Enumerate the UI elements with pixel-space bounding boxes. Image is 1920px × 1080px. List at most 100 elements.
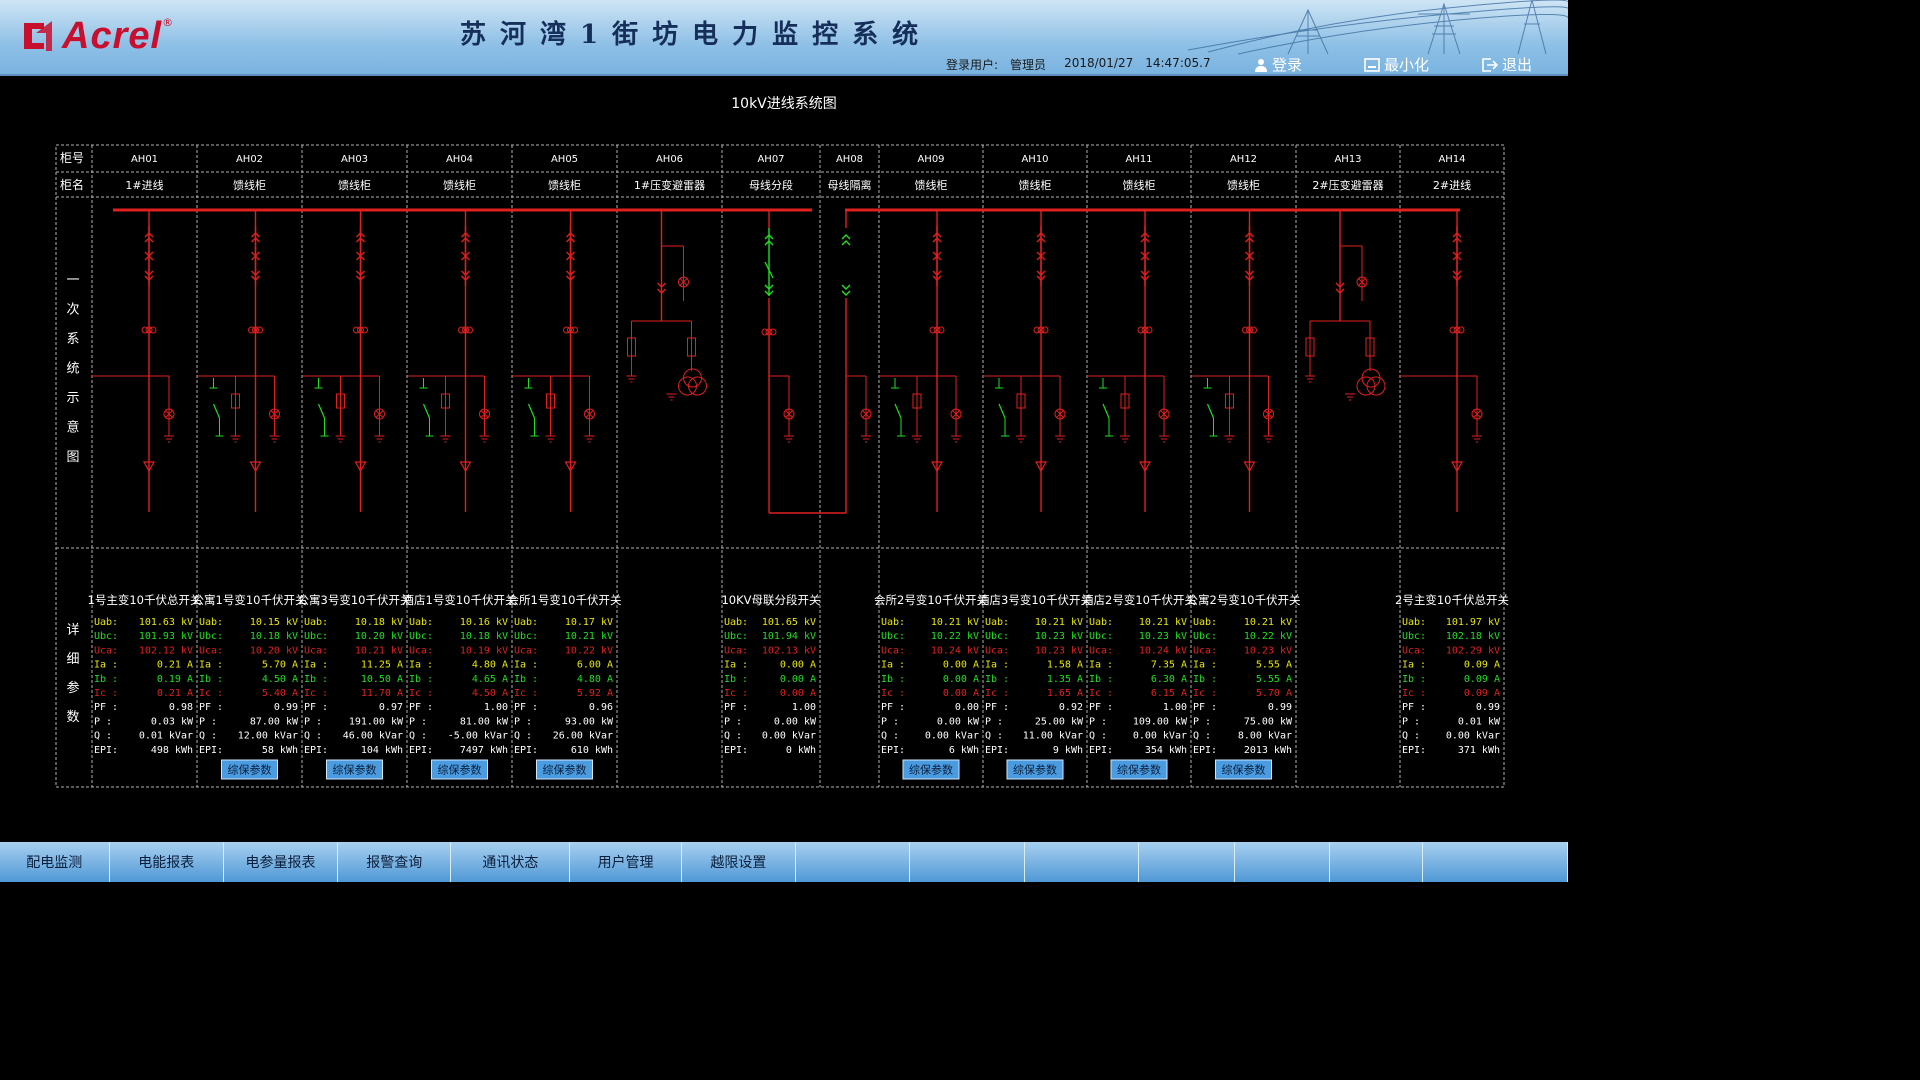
cabinet-ah12: AH12 馈线柜公寓2号变10千伏开关 Uab: 10.21 kV Ubc: 10.22 …	[1187, 154, 1301, 780]
param-label: Uca:	[985, 645, 1009, 656]
param-uca: 102.13 kV	[762, 645, 816, 656]
minimize-button[interactable]: 最小化	[1364, 54, 1429, 75]
param-uab: 101.63 kV	[139, 617, 193, 628]
current-transformer	[1145, 326, 1153, 334]
param-ib: 4.80 A	[577, 674, 613, 685]
nav-tab-6[interactable]: 越限设置	[682, 842, 797, 882]
param-label: Q :	[985, 731, 1003, 742]
current-transformer	[149, 326, 157, 334]
param-epi: 104 kWh	[361, 745, 403, 756]
param-q: 11.00 kVar	[1023, 731, 1083, 742]
param-uab: 101.65 kV	[762, 617, 816, 628]
param-uca: 10.20 kV	[250, 645, 298, 656]
nav-tab-0[interactable]: 配电监测	[0, 842, 110, 882]
param-pf: 1.00	[1163, 702, 1187, 713]
param-label: Uca:	[1193, 645, 1217, 656]
param-label: Ia :	[724, 660, 748, 671]
param-label: Q :	[514, 731, 532, 742]
param-label: P :	[514, 716, 532, 727]
cabinet-ah06: AH06 1#压变避雷器	[626, 154, 707, 401]
protection-params-button[interactable]: 综保参数	[326, 759, 383, 780]
plug-chevron	[841, 284, 851, 290]
param-ic: 0.21 A	[157, 688, 193, 699]
param-label: Ib :	[514, 674, 538, 685]
nav-tab-empty	[1139, 842, 1236, 882]
protection-params-button[interactable]: 综保参数	[431, 759, 488, 780]
param-label: EPI:	[409, 745, 433, 756]
param-label: Ia :	[94, 660, 118, 671]
cabinet-name: 馈线柜	[233, 178, 266, 192]
param-label: Ib :	[199, 674, 223, 685]
protection-params-label: 综保参数	[1117, 763, 1161, 777]
param-epi: 610 kWh	[571, 745, 613, 756]
param-label: Ib :	[724, 674, 748, 685]
nav-tab-1[interactable]: 电能报表	[110, 842, 224, 882]
protection-params-button[interactable]: 综保参数	[1006, 759, 1064, 780]
cabinet-no: AH05	[551, 154, 578, 165]
param-p: 0.01 kW	[1458, 716, 1501, 727]
cabinet-ah05: AH05 馈线柜会所1号变10千伏开关 Uab: 10.17 kV Ubc: 10.21 …	[508, 154, 622, 780]
param-ic: 5.92 A	[577, 688, 613, 699]
protection-params-button[interactable]: 综保参数	[1215, 759, 1272, 780]
param-epi: 0 kWh	[786, 745, 816, 756]
param-label: Ic :	[304, 688, 328, 699]
earth-switch-blade	[317, 403, 326, 419]
param-label: Uab:	[1089, 617, 1113, 628]
feeder-title: 会所1号变10千伏开关	[508, 593, 622, 607]
param-label: Uca:	[724, 645, 748, 656]
cabinet-name: 馈线柜	[443, 178, 476, 192]
param-epi: 7497 kWh	[460, 745, 508, 756]
param-label: Ib :	[1193, 674, 1217, 685]
current-transformer	[466, 326, 473, 334]
exit-button[interactable]: 退出	[1482, 54, 1532, 75]
nav-tab-5[interactable]: 用户管理	[570, 842, 682, 882]
param-label: Q :	[724, 731, 742, 742]
protection-params-button[interactable]: 综保参数	[902, 759, 960, 780]
param-label: PF :	[94, 702, 118, 713]
param-label: EPI:	[724, 745, 748, 756]
param-label: Ubc:	[1402, 631, 1426, 642]
param-ib: 10.50 A	[361, 674, 403, 685]
param-label: Ubc:	[1089, 631, 1113, 642]
param-epi: 354 kWh	[1145, 745, 1187, 756]
feeder-title: 酒店3号变10千伏开关	[978, 593, 1092, 607]
nav-tab-2[interactable]: 电参量报表	[224, 842, 339, 882]
login-button[interactable]: 登录	[1254, 54, 1302, 75]
cabinet-name: 馈线柜	[338, 178, 371, 192]
earth-switch-blade	[998, 403, 1006, 419]
cabinet-ah14: AH14 2#进线 2号主变10千伏总开关 Uab: 101.97 kV Ubc: 102.…	[1395, 154, 1509, 756]
param-label: P :	[304, 716, 322, 727]
param-label: EPI:	[1402, 745, 1426, 756]
param-label: Q :	[409, 731, 427, 742]
param-label: Ic :	[985, 688, 1009, 699]
protection-params-button[interactable]: 综保参数	[1110, 759, 1168, 780]
param-label: Ic :	[1089, 688, 1113, 699]
param-pf: 0.97	[379, 702, 403, 713]
user-label: 登录用户:	[946, 58, 999, 72]
param-label: Ic :	[881, 688, 905, 699]
param-label: Q :	[1193, 731, 1211, 742]
param-label: Ubc:	[94, 631, 118, 642]
param-pf: 0.99	[1268, 702, 1292, 713]
param-label: Uca:	[514, 645, 538, 656]
param-label: P :	[881, 716, 899, 727]
nav-tab-4[interactable]: 通讯状态	[451, 842, 571, 882]
param-label: Uab:	[514, 617, 538, 628]
cabinet-no: AH04	[446, 154, 473, 165]
cabinet-name: 1#进线	[125, 178, 163, 192]
user-icon	[1255, 58, 1267, 72]
protection-params-button[interactable]: 综保参数	[536, 759, 593, 780]
side-label-primary-char: 一	[66, 273, 79, 288]
param-ia: 6.00 A	[577, 660, 613, 671]
param-label: Uab:	[199, 617, 223, 628]
param-label: Uab:	[409, 617, 433, 628]
feeder-title: 会所2号变10千伏开关	[874, 593, 988, 607]
current-time: 14:47:05.7	[1145, 56, 1211, 70]
nav-tab-3[interactable]: 报警查询	[338, 842, 452, 882]
param-ubc: 10.18 kV	[460, 631, 508, 642]
side-label-primary-char: 意	[66, 420, 79, 436]
current-transformer	[571, 326, 578, 334]
current-date: 2018/01/27	[1064, 56, 1134, 70]
param-label: Ic :	[199, 688, 223, 699]
protection-params-button[interactable]: 综保参数	[221, 759, 278, 780]
